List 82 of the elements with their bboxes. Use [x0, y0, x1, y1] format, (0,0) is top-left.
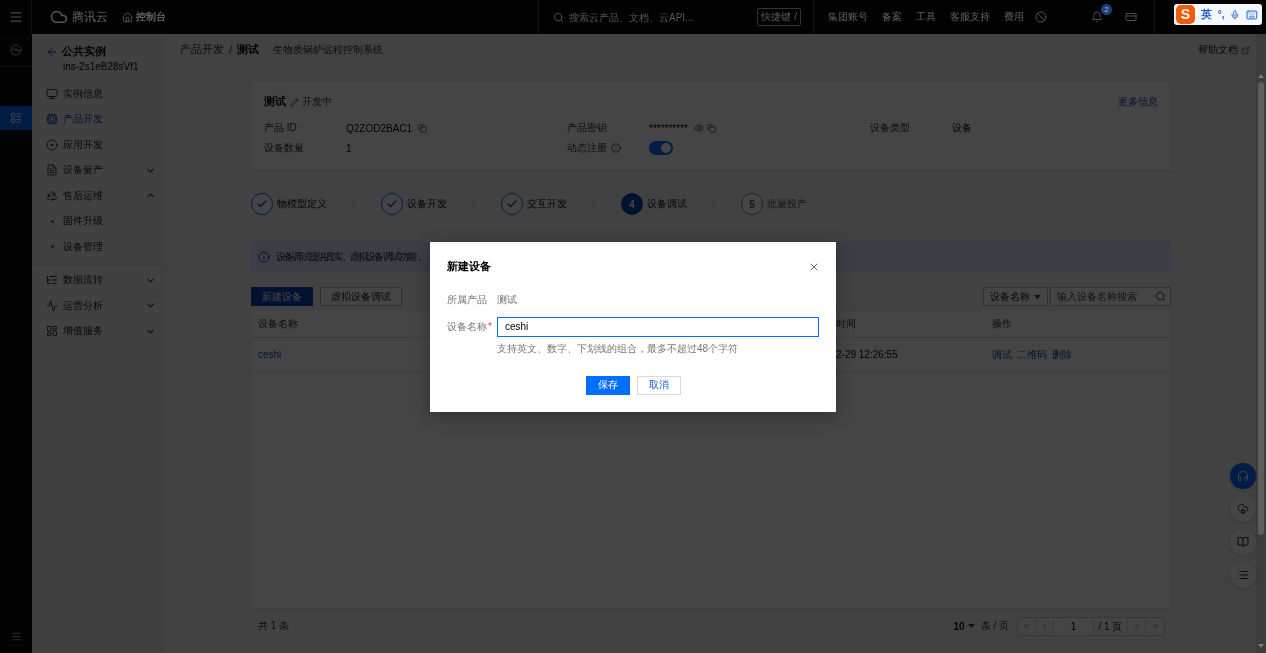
external-link-icon — [1241, 45, 1250, 55]
nav-link[interactable]: 费用 — [1004, 10, 1024, 24]
scrollbar-thumb[interactable] — [1258, 82, 1264, 535]
device-name-input[interactable]: ceshi — [497, 316, 819, 337]
ban-icon — [1035, 11, 1047, 23]
headset-icon — [1237, 470, 1249, 482]
pencil-icon — [290, 97, 299, 107]
nav-link[interactable]: 工具 — [916, 10, 936, 24]
punctuation-toggle[interactable]: °, — [1217, 9, 1225, 20]
cloud-icon — [1237, 503, 1249, 515]
instance-id: ins-2s1eB28sVf1 — [63, 60, 140, 73]
page-size-select[interactable]: 10 — [953, 620, 975, 632]
nav-link[interactable]: 集团账号 — [828, 10, 868, 24]
breadcrumb-separator: / — [229, 44, 233, 56]
search-icon — [553, 11, 564, 23]
ime-logo: S — [1176, 5, 1195, 24]
keyboard-icon — [1246, 8, 1258, 21]
action-link[interactable]: 删除 — [1052, 347, 1072, 362]
caret-up-icon — [1258, 74, 1264, 78]
dialog-title: 新建设备 — [447, 259, 491, 274]
field-hint: 支持英文、数字、下划线的组合，最多不超过48个字符 — [497, 342, 739, 355]
mic-icon — [1230, 9, 1241, 20]
brand-link[interactable]: 腾讯云 — [50, 8, 108, 26]
back-arrow-icon — [46, 46, 58, 58]
caret-down-icon — [1258, 644, 1264, 648]
field-value: 测试 — [497, 292, 517, 307]
product-name: 测试 — [264, 95, 286, 109]
breadcrumb-current: 测试 — [237, 43, 260, 57]
notification-badge: 2 — [1101, 4, 1112, 15]
nav-link[interactable]: 客服支持 — [950, 10, 990, 24]
save-button[interactable]: 保存 — [586, 375, 630, 395]
nav-link[interactable]: 备案 — [882, 10, 902, 24]
caret-down-icon — [1034, 294, 1041, 299]
list-icon — [10, 112, 22, 124]
dot-icon — [51, 245, 54, 249]
recycle-icon — [46, 189, 58, 202]
cloud-button[interactable] — [1230, 496, 1256, 522]
cloud-logo-icon — [50, 8, 68, 26]
step-number: 4 — [621, 193, 643, 215]
home-icon — [122, 11, 133, 23]
menu-icon — [10, 630, 22, 642]
copy-icon — [418, 123, 428, 133]
list-button[interactable] — [1230, 562, 1256, 588]
info-icon — [258, 250, 270, 263]
dot-icon — [51, 219, 54, 223]
table-cell: 2-29 12:26:55 — [836, 349, 898, 360]
disc-icon — [10, 44, 22, 56]
device-link[interactable]: ceshi — [258, 349, 282, 360]
field-label: 设备名称 — [447, 319, 487, 334]
shortcut-hint: 快捷键 / — [757, 8, 801, 26]
tree-icon — [46, 274, 58, 287]
eye-icon — [693, 123, 704, 133]
support-button[interactable] — [1230, 463, 1256, 489]
docs-button[interactable] — [1230, 529, 1256, 555]
pulse-icon — [46, 299, 58, 312]
menu-icon — [8, 10, 23, 24]
card-icon — [1125, 11, 1137, 23]
field-value: ********** — [649, 122, 688, 134]
disc-icon — [46, 138, 58, 151]
console-link[interactable]: 控制台 — [122, 10, 166, 24]
chevron-right-icon — [1132, 621, 1141, 631]
caret-down-icon — [967, 624, 975, 628]
list-icon — [1237, 569, 1249, 581]
bell-icon — [1091, 11, 1103, 23]
rail-button[interactable] — [0, 106, 32, 130]
last-page-icon — [1150, 621, 1160, 631]
toggle-switch[interactable] — [649, 141, 673, 155]
document-icon — [46, 164, 58, 177]
language-toggle[interactable]: 英 — [1200, 7, 1212, 22]
search-field[interactable]: 搜索云产品、文档、云API... — [569, 8, 753, 26]
field-label: 所属产品 — [447, 292, 487, 307]
copy-icon — [706, 123, 716, 133]
chevron-left-icon — [1040, 621, 1049, 631]
required-mark: * — [488, 321, 492, 332]
cancel-button[interactable]: 取消 — [637, 375, 681, 395]
monitor-icon — [46, 87, 58, 100]
search-icon — [1155, 291, 1166, 302]
notification-button[interactable]: 2 — [1084, 4, 1110, 30]
dashboard-icon — [46, 325, 58, 338]
back-link[interactable]: 公共实例 — [32, 45, 166, 59]
book-icon — [1237, 536, 1249, 548]
cpu-icon — [46, 113, 58, 126]
